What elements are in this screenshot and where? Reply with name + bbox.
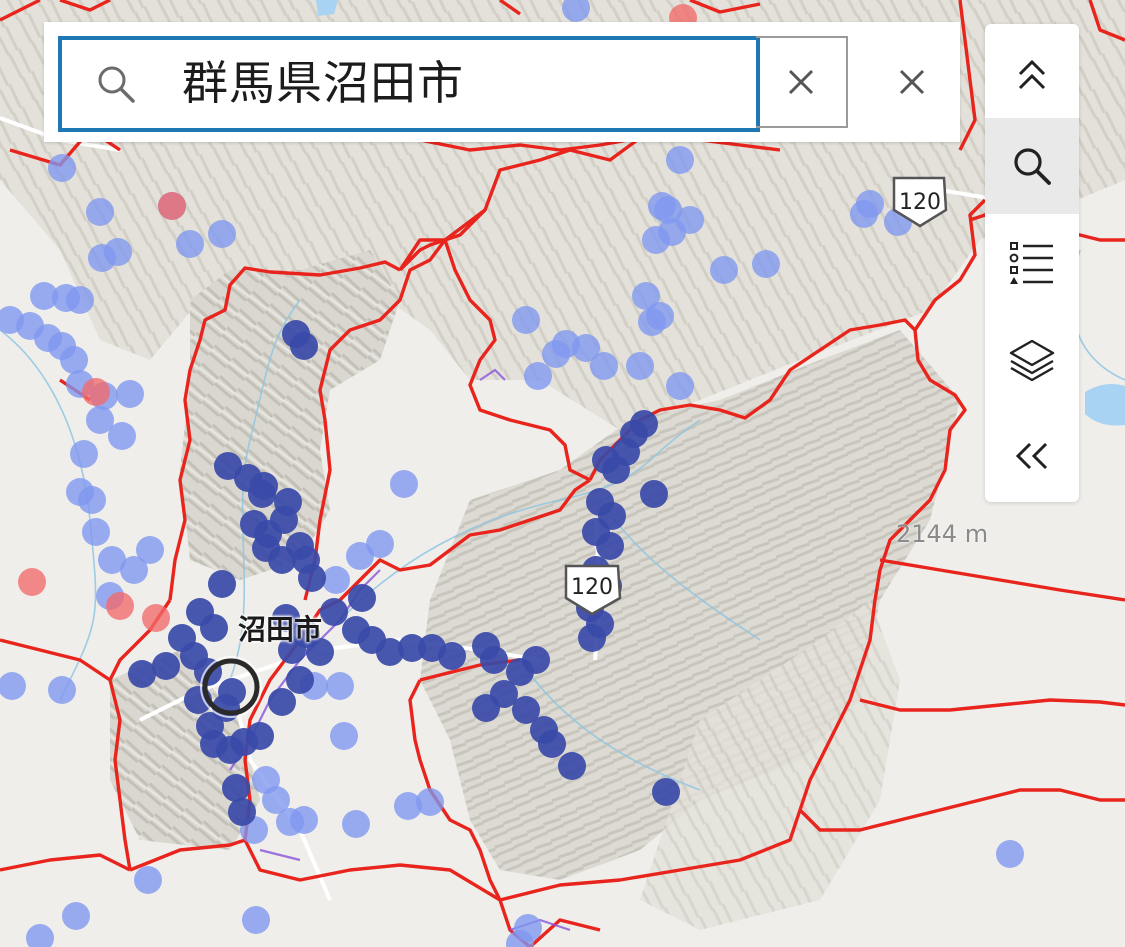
observation-marker[interactable] (578, 624, 606, 652)
observation-marker[interactable] (82, 518, 110, 546)
observation-marker[interactable] (136, 536, 164, 564)
elevation-label: 2144 m (896, 520, 989, 548)
chevron-double-left-icon (1015, 442, 1048, 470)
observation-marker[interactable] (390, 470, 418, 498)
observation-marker[interactable] (286, 666, 314, 694)
observation-marker[interactable] (246, 722, 274, 750)
observation-marker[interactable] (116, 380, 144, 408)
legend-button[interactable] (985, 216, 1079, 312)
observation-marker[interactable] (590, 352, 618, 380)
observation-marker[interactable] (342, 810, 370, 838)
observation-marker[interactable] (522, 646, 550, 674)
observation-marker[interactable] (322, 566, 350, 594)
observation-marker[interactable] (176, 230, 204, 258)
observation-marker[interactable] (298, 564, 326, 592)
observation-marker[interactable] (70, 440, 98, 468)
observation-marker[interactable] (276, 808, 304, 836)
search-query-text[interactable]: 群馬県沼田市 (182, 52, 464, 114)
observation-marker[interactable] (48, 676, 76, 704)
observation-marker[interactable] (438, 642, 466, 670)
layers-icon (1009, 339, 1055, 382)
clear-search-button[interactable] (756, 36, 848, 128)
observation-marker[interactable] (268, 688, 296, 716)
search-panel: 群馬県沼田市 (44, 22, 960, 142)
observation-marker-red[interactable] (158, 192, 186, 220)
observation-marker[interactable] (208, 220, 236, 248)
observation-marker[interactable] (558, 752, 586, 780)
search-tool-button[interactable] (985, 118, 1079, 214)
observation-marker[interactable] (348, 584, 376, 612)
observation-marker[interactable] (630, 410, 658, 438)
observation-marker[interactable] (252, 534, 280, 562)
observation-marker[interactable] (60, 346, 88, 374)
observation-marker[interactable] (242, 906, 270, 934)
observation-marker[interactable] (640, 480, 668, 508)
observation-marker[interactable] (676, 206, 704, 234)
close-search-button[interactable] (866, 36, 958, 128)
observation-marker[interactable] (652, 778, 680, 806)
collapse-button[interactable] (985, 28, 1079, 124)
observation-marker[interactable] (330, 722, 358, 750)
observation-marker[interactable] (346, 542, 374, 570)
search-input[interactable]: 群馬県沼田市 (58, 36, 760, 132)
close-icon (788, 69, 814, 95)
observation-marker[interactable] (752, 250, 780, 278)
observation-marker[interactable] (416, 788, 444, 816)
legend-list-icon (1009, 242, 1053, 284)
observation-marker[interactable] (134, 866, 162, 894)
observation-marker[interactable] (152, 652, 180, 680)
observation-marker[interactable] (200, 614, 228, 642)
route-shield-label: 120 (571, 575, 613, 600)
observation-marker[interactable] (710, 256, 738, 284)
observation-marker-red[interactable] (142, 604, 170, 632)
layers-button[interactable] (985, 312, 1079, 408)
observation-marker[interactable] (86, 198, 114, 226)
observation-marker[interactable] (208, 570, 236, 598)
observation-marker[interactable] (290, 332, 318, 360)
observation-marker[interactable] (128, 660, 156, 688)
observation-marker[interactable] (646, 302, 674, 330)
map-canvas[interactable]: 120 120 (0, 0, 1125, 947)
observation-marker[interactable] (78, 486, 106, 514)
observation-marker[interactable] (538, 730, 566, 758)
observation-marker[interactable] (850, 200, 878, 228)
observation-marker[interactable] (596, 532, 624, 560)
city-label: 沼田市 (238, 613, 323, 646)
search-icon (1014, 148, 1051, 185)
observation-marker[interactable] (270, 506, 298, 534)
observation-marker[interactable] (666, 146, 694, 174)
expand-panel-button[interactable] (985, 408, 1079, 502)
observation-marker[interactable] (248, 480, 276, 508)
search-icon (94, 62, 138, 106)
observation-marker[interactable] (480, 646, 508, 674)
map-toolbar (985, 24, 1079, 502)
observation-marker-red[interactable] (82, 378, 110, 406)
observation-marker[interactable] (512, 306, 540, 334)
observation-marker[interactable] (320, 598, 348, 626)
observation-marker[interactable] (108, 422, 136, 450)
observation-marker[interactable] (48, 154, 76, 182)
observation-marker[interactable] (66, 286, 94, 314)
observation-marker-red[interactable] (18, 568, 46, 596)
observation-marker[interactable] (326, 672, 354, 700)
observation-marker[interactable] (996, 840, 1024, 868)
close-icon (899, 69, 925, 95)
observation-marker[interactable] (222, 774, 250, 802)
observation-marker[interactable] (666, 372, 694, 400)
observation-marker[interactable] (62, 902, 90, 930)
route-shield-label: 120 (899, 190, 941, 215)
observation-marker-red[interactable] (106, 592, 134, 620)
observation-marker[interactable] (524, 362, 552, 390)
observation-marker[interactable] (104, 238, 132, 266)
observation-marker[interactable] (472, 694, 500, 722)
observation-marker[interactable] (228, 798, 256, 826)
chevron-double-up-icon (1018, 59, 1046, 90)
observation-marker[interactable] (626, 352, 654, 380)
